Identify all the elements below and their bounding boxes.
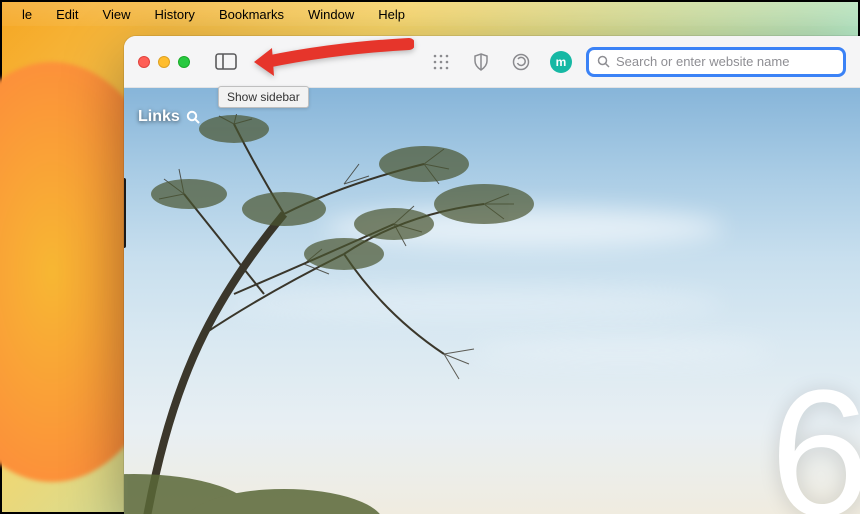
apps-grid-button[interactable] [426, 47, 456, 77]
browser-toolbar: m Search or enter website name [124, 36, 860, 88]
user-initial: m [556, 55, 567, 69]
links-label: Links [138, 108, 180, 126]
sidebar-tooltip: Show sidebar [218, 86, 309, 108]
apps-grid-icon [433, 54, 449, 70]
refresh-circle-icon [512, 53, 530, 71]
close-window-button[interactable] [138, 56, 150, 68]
browser-content: Links [124, 88, 860, 514]
privacy-shield-icon [472, 53, 490, 71]
search-icon [597, 55, 610, 68]
menu-window[interactable]: Window [296, 7, 366, 22]
browser-window: m Search or enter website name Show side… [124, 36, 860, 514]
tree-decoration [124, 114, 604, 514]
menu-file[interactable]: le [10, 7, 44, 22]
address-bar[interactable]: Search or enter website name [586, 47, 846, 77]
system-menu-bar: le Edit View History Bookmarks Window He… [2, 2, 858, 26]
minimize-window-button[interactable] [158, 56, 170, 68]
menu-history[interactable]: History [142, 7, 206, 22]
maximize-window-button[interactable] [178, 56, 190, 68]
menu-view[interactable]: View [91, 7, 143, 22]
privacy-report-button[interactable] [466, 47, 496, 77]
window-controls [138, 56, 190, 68]
menu-edit[interactable]: Edit [44, 7, 90, 22]
refresh-button[interactable] [506, 47, 536, 77]
window-edge [124, 178, 126, 248]
show-sidebar-button[interactable] [212, 51, 240, 73]
annotation-arrow [254, 38, 414, 89]
menu-bookmarks[interactable]: Bookmarks [207, 7, 296, 22]
menu-help[interactable]: Help [366, 7, 417, 22]
user-profile-badge[interactable]: m [550, 51, 572, 73]
temperature-display: 6 [770, 364, 860, 514]
sidebar-icon [215, 53, 237, 70]
magnify-icon [186, 110, 200, 124]
address-placeholder: Search or enter website name [616, 54, 789, 69]
links-heading[interactable]: Links [138, 108, 200, 126]
